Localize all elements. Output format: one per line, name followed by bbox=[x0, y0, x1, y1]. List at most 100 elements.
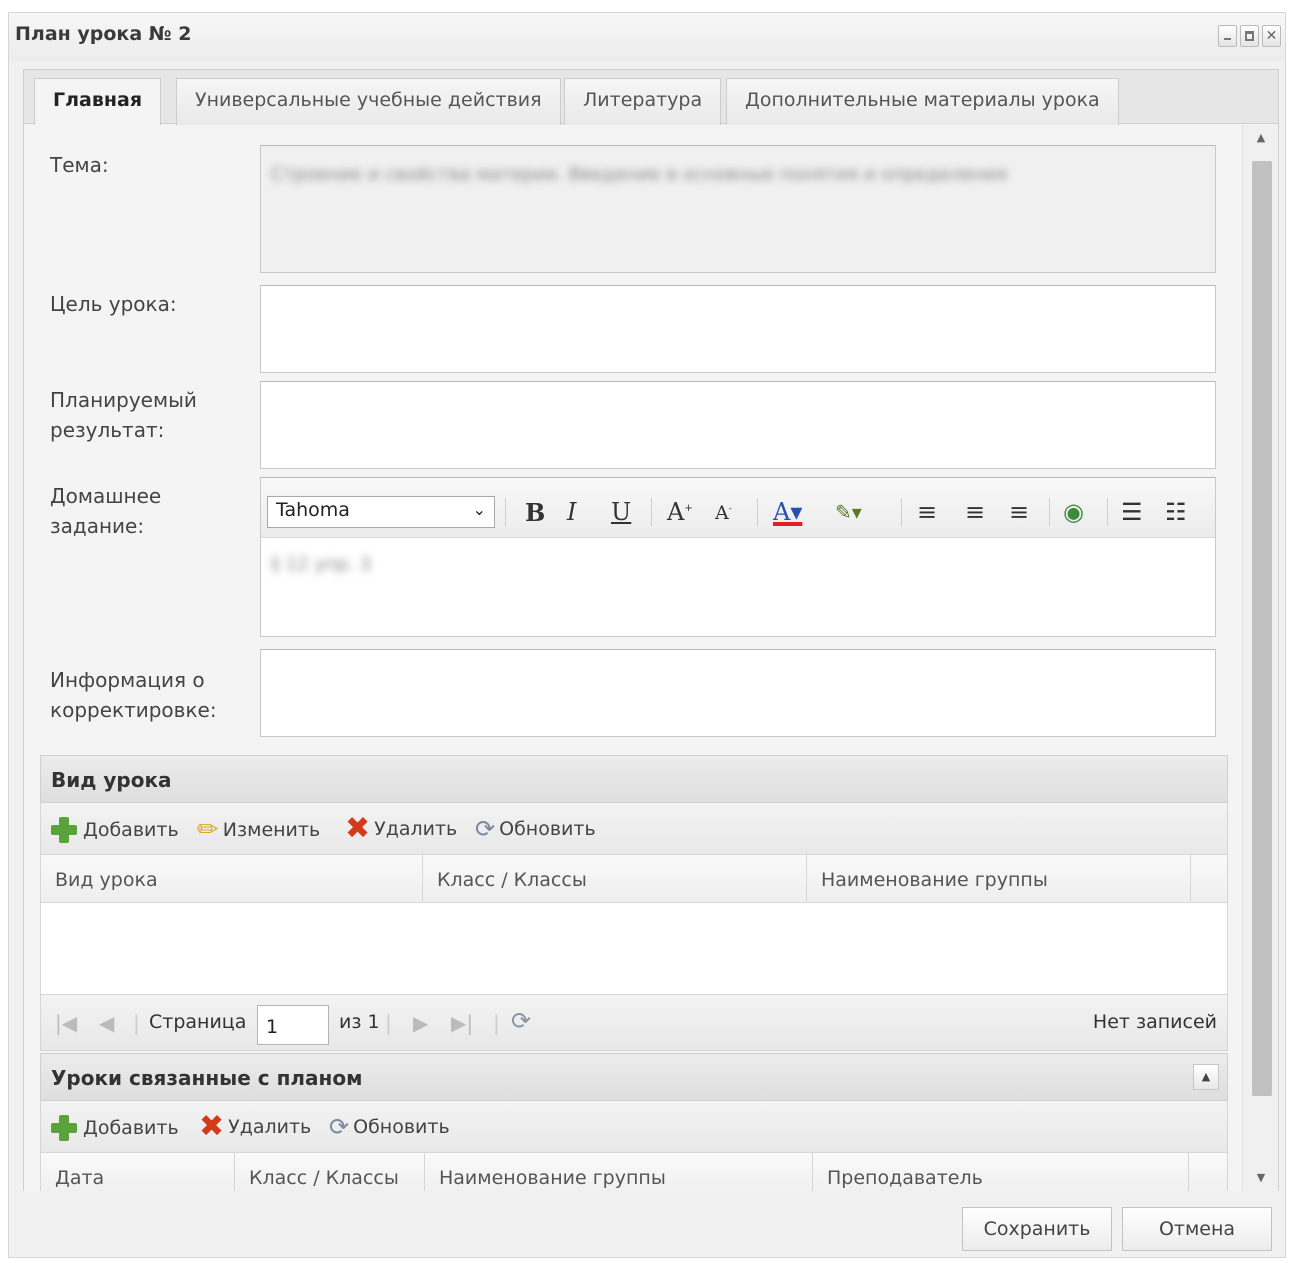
save-button[interactable]: Сохранить bbox=[962, 1207, 1112, 1251]
tab-main[interactable]: Главная bbox=[34, 78, 162, 126]
first-page-icon[interactable]: |◀ bbox=[55, 1011, 77, 1035]
prev-page-icon[interactable]: ◀ bbox=[99, 1011, 114, 1035]
topic-label: Тема: bbox=[50, 153, 109, 177]
column-teacher[interactable]: Преподаватель bbox=[813, 1153, 1189, 1191]
lesson-type-grid-header: Вид урока Класс / Классы Наименование гр… bbox=[40, 855, 1228, 903]
column-class[interactable]: Класс / Классы bbox=[423, 855, 807, 901]
refresh-icon: ⟳ bbox=[329, 1113, 350, 1141]
window-controls: ✕ bbox=[1218, 25, 1281, 47]
ordered-list-icon[interactable]: ☰ bbox=[1121, 498, 1143, 526]
result-label: Планируемый результат: bbox=[50, 388, 197, 442]
lesson-type-pager: |◀ ◀ | Страница 1 из 1 | ▶ ▶| | ⟳ Нет за… bbox=[40, 995, 1228, 1051]
add-label: Добавить bbox=[83, 819, 179, 841]
lesson-type-refresh-button[interactable]: ⟳ Обновить bbox=[475, 815, 596, 843]
column-group-name[interactable]: Наименование группы bbox=[425, 1153, 813, 1191]
window-titlebar: План урока № 2 ✕ bbox=[9, 13, 1285, 61]
next-page-icon[interactable]: ▶ bbox=[413, 1011, 428, 1035]
lesson-type-grid-body bbox=[40, 903, 1228, 995]
column-group-name[interactable]: Наименование группы bbox=[807, 855, 1191, 901]
refresh-label: Обновить bbox=[499, 818, 596, 840]
toolbar-separator bbox=[1049, 498, 1050, 526]
toolbar-separator bbox=[505, 498, 506, 526]
align-left-icon[interactable]: ≡ bbox=[917, 498, 937, 526]
lesson-type-toolbar: Добавить ✏ Изменить ✖ Удалить ⟳ Обновить bbox=[40, 803, 1228, 855]
delete-icon: ✖ bbox=[199, 1109, 225, 1144]
delete-label: Удалить bbox=[228, 1116, 312, 1138]
related-lessons-toolbar: Добавить ✖ Удалить ⟳ Обновить bbox=[40, 1101, 1228, 1153]
lesson-type-add-button[interactable]: Добавить bbox=[49, 815, 179, 845]
align-center-icon[interactable]: ≡ bbox=[965, 498, 985, 526]
font-color-icon[interactable]: A▾ bbox=[773, 498, 802, 526]
toolbar-separator bbox=[901, 498, 902, 526]
tab-content: Тема: Строение и свойства материи. Введе… bbox=[24, 125, 1242, 1191]
result-field[interactable] bbox=[260, 381, 1216, 469]
pencil-icon: ✏ bbox=[197, 815, 219, 845]
underline-icon[interactable]: U bbox=[611, 498, 631, 526]
correction-field[interactable] bbox=[260, 649, 1216, 737]
lesson-plan-window: План урока № 2 ✕ Главная Универсальные у… bbox=[8, 12, 1286, 1258]
maximize-icon[interactable] bbox=[1240, 25, 1259, 47]
topic-field[interactable]: Строение и свойства материи. Введение в … bbox=[260, 145, 1216, 273]
font-family-value: Tahoma bbox=[276, 499, 350, 521]
related-lessons-grid-header: Дата Класс / Классы Наименование группы … bbox=[40, 1153, 1228, 1191]
window-title: План урока № 2 bbox=[15, 23, 192, 45]
column-date[interactable]: Дата bbox=[41, 1153, 235, 1191]
link-icon[interactable]: ◉ bbox=[1063, 498, 1084, 526]
pager-separator: | bbox=[493, 1011, 500, 1035]
toolbar-separator bbox=[757, 498, 758, 526]
homework-value: § 12 упр. 3 bbox=[271, 554, 372, 575]
unordered-list-icon[interactable]: ☷ bbox=[1165, 498, 1187, 526]
chevron-down-icon: ⌄ bbox=[472, 500, 486, 519]
correction-label: Информация о корректировке: bbox=[50, 668, 217, 722]
related-refresh-button[interactable]: ⟳ Обновить bbox=[329, 1113, 450, 1141]
refresh-icon: ⟳ bbox=[475, 815, 496, 843]
pager-separator: | bbox=[385, 1011, 392, 1035]
form-panel: Главная Универсальные учебные действия Л… bbox=[23, 69, 1279, 1191]
related-delete-button[interactable]: ✖ Удалить bbox=[199, 1109, 312, 1144]
goal-field[interactable] bbox=[260, 285, 1216, 373]
lesson-type-edit-button[interactable]: ✏ Изменить bbox=[197, 815, 320, 845]
highlight-icon[interactable]: ✎▾ bbox=[835, 500, 862, 524]
grow-font-icon[interactable]: A+ bbox=[667, 498, 693, 526]
vertical-scrollbar[interactable]: ▲ ▼ bbox=[1242, 125, 1278, 1191]
topic-value: Строение и свойства материи. Введение в … bbox=[271, 164, 1008, 185]
collapse-icon[interactable]: ▲ bbox=[1193, 1064, 1219, 1090]
add-icon bbox=[49, 1113, 79, 1143]
no-records-text: Нет записей bbox=[1092, 1011, 1217, 1033]
delete-icon: ✖ bbox=[345, 811, 371, 846]
scroll-thumb[interactable] bbox=[1252, 161, 1272, 1096]
cancel-button[interactable]: Отмена bbox=[1122, 1207, 1272, 1251]
add-label: Добавить bbox=[83, 1117, 179, 1139]
align-right-icon[interactable]: ≡ bbox=[1009, 498, 1029, 526]
tab-literature[interactable]: Литература bbox=[564, 78, 722, 125]
page-count: из 1 bbox=[339, 1011, 380, 1033]
lesson-type-delete-button[interactable]: ✖ Удалить bbox=[345, 811, 458, 846]
homework-editor[interactable]: Tahoma ⌄ B I U A+ A- A▾ ✎▾ ≡ ≡ ≡ ◉ ☰ ☷ §… bbox=[260, 477, 1216, 637]
toolbar-separator bbox=[651, 498, 652, 526]
bold-icon[interactable]: B bbox=[525, 498, 545, 527]
scroll-up-icon[interactable]: ▲ bbox=[1253, 131, 1269, 145]
lesson-type-header: Вид урока bbox=[40, 755, 1228, 803]
column-lesson-type[interactable]: Вид урока bbox=[41, 855, 423, 901]
column-class[interactable]: Класс / Классы bbox=[235, 1153, 425, 1191]
shrink-font-icon[interactable]: A- bbox=[715, 502, 732, 524]
tab-additional-materials[interactable]: Дополнительные материалы урока bbox=[726, 78, 1119, 125]
tab-universal-actions[interactable]: Универсальные учебные действия bbox=[176, 78, 561, 125]
tab-strip: Главная Универсальные учебные действия Л… bbox=[24, 70, 1278, 126]
refresh-icon[interactable]: ⟳ bbox=[511, 1007, 531, 1035]
editor-toolbar: Tahoma ⌄ B I U A+ A- A▾ ✎▾ ≡ ≡ ≡ ◉ ☰ ☷ bbox=[261, 478, 1215, 538]
font-family-select[interactable]: Tahoma ⌄ bbox=[267, 496, 495, 528]
goal-label: Цель урока: bbox=[50, 292, 177, 316]
last-page-icon[interactable]: ▶| bbox=[451, 1011, 473, 1035]
scroll-down-icon[interactable]: ▼ bbox=[1253, 1171, 1269, 1185]
italic-icon[interactable]: I bbox=[567, 498, 576, 526]
toolbar-separator bbox=[1107, 498, 1108, 526]
related-add-button[interactable]: Добавить bbox=[49, 1113, 179, 1143]
related-lessons-title: Уроки связанные с планом bbox=[51, 1066, 363, 1090]
close-icon[interactable]: ✕ bbox=[1262, 25, 1281, 47]
pager-separator: | bbox=[133, 1011, 140, 1035]
delete-label: Удалить bbox=[374, 818, 458, 840]
page-number-input[interactable]: 1 bbox=[257, 1005, 329, 1045]
minimize-icon[interactable] bbox=[1218, 25, 1237, 47]
add-icon bbox=[49, 815, 79, 845]
